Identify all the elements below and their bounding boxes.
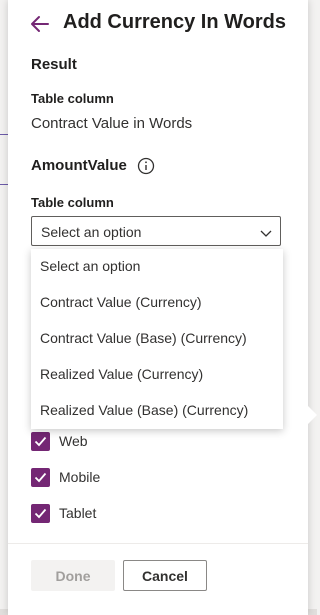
checkbox-mobile[interactable]: Mobile <box>31 467 100 487</box>
result-section-title: Result <box>31 56 77 73</box>
info-icon[interactable] <box>137 157 155 175</box>
menu-pointer <box>308 406 317 424</box>
dropdown-option[interactable]: Contract Value (Base) (Currency) <box>31 321 283 357</box>
chevron-down-icon <box>260 226 272 238</box>
checkbox-web[interactable]: Web <box>31 431 88 451</box>
result-column-value: Contract Value in Words <box>31 115 193 132</box>
table-column-select[interactable]: Select an option <box>31 216 281 246</box>
checkbox-label: Tablet <box>59 505 97 521</box>
panel-header: Add Currency In Words <box>8 0 308 50</box>
cancel-button[interactable]: Cancel <box>123 560 207 591</box>
checkbox-label: Web <box>59 433 88 449</box>
result-column-label: Table column <box>31 91 114 106</box>
select-value: Select an option <box>41 224 142 240</box>
amount-column-label: Table column <box>31 195 114 210</box>
dropdown-option[interactable]: Contract Value (Currency) <box>31 285 283 321</box>
done-button: Done <box>31 560 115 591</box>
checkbox-checked-icon <box>31 431 50 451</box>
dropdown-option[interactable]: Realized Value (Base) (Currency) <box>31 393 283 429</box>
back-arrow-icon[interactable] <box>28 12 52 36</box>
checkbox-tablet[interactable]: Tablet <box>31 503 96 523</box>
checkbox-checked-icon <box>31 503 50 523</box>
background-divider <box>0 134 8 135</box>
background-divider <box>0 184 8 185</box>
amount-section-title: AmountValue <box>31 157 127 174</box>
footer-divider <box>8 543 308 544</box>
options-dropdown-menu: Select an option Contract Value (Currenc… <box>31 249 283 429</box>
dropdown-option[interactable]: Realized Value (Currency) <box>31 357 283 393</box>
panel-title: Add Currency In Words <box>63 11 286 33</box>
checkbox-label: Mobile <box>59 469 101 485</box>
dropdown-option[interactable]: Select an option <box>31 249 283 285</box>
checkbox-checked-icon <box>31 467 50 487</box>
